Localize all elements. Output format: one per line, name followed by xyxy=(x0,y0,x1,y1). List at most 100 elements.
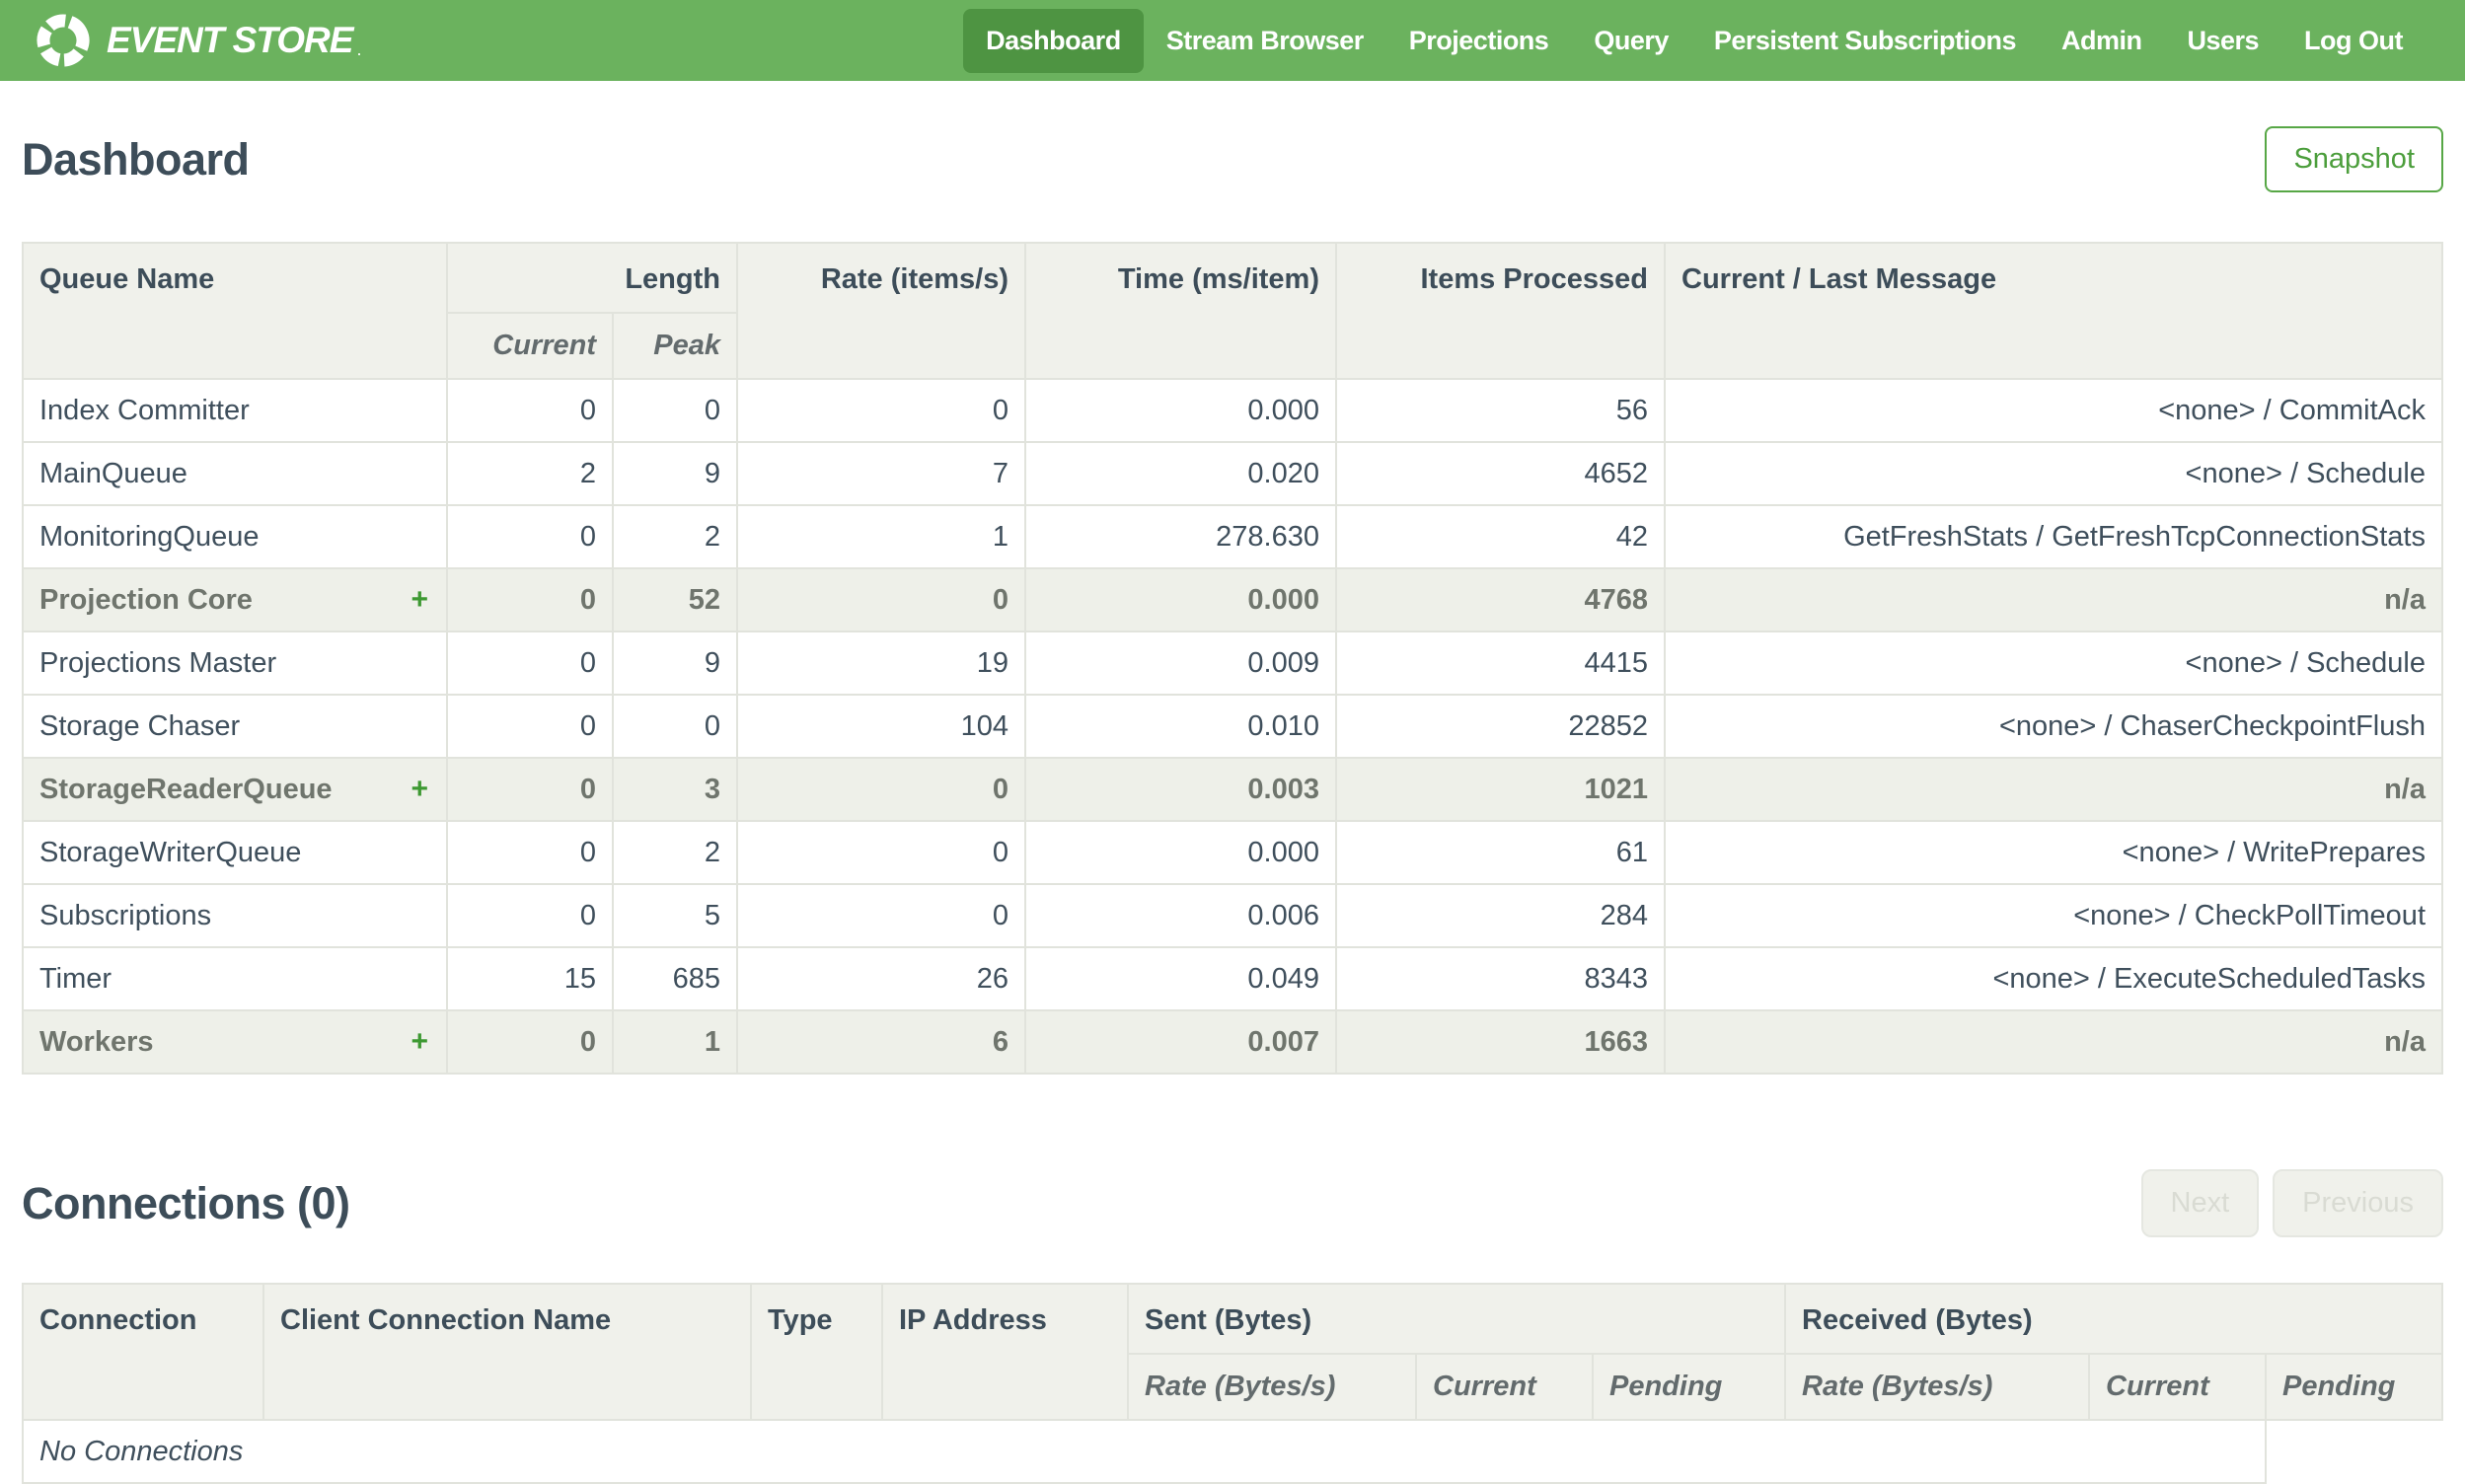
col-header-queue-name: Queue Name xyxy=(22,242,448,380)
queue-message-cell: <none> / CheckPollTimeout xyxy=(1664,883,2443,948)
nav-item-log-out[interactable]: Log Out xyxy=(2281,9,2426,73)
col-header-connection: Connection xyxy=(22,1283,264,1421)
queue-peak-cell: 9 xyxy=(612,441,738,506)
empty-ghost-cell xyxy=(2266,1420,2442,1483)
queue-time-cell: 0.049 xyxy=(1024,946,1337,1011)
col-header-length: Length xyxy=(446,242,738,314)
brand-trademark: . xyxy=(356,38,362,59)
next-button[interactable]: Next xyxy=(2140,1169,2260,1237)
col-header-type: Type xyxy=(750,1283,883,1421)
queue-rate-cell: 6 xyxy=(736,1009,1026,1075)
queue-time-cell: 0.006 xyxy=(1024,883,1337,948)
queue-time-cell: 0.000 xyxy=(1024,820,1337,885)
queue-group-row: Workers + 0 1 6 0.007 1663 n/a xyxy=(22,1009,2443,1075)
queue-rate-cell: 7 xyxy=(736,441,1026,506)
queue-peak-cell: 5 xyxy=(612,883,738,948)
queue-rate-cell: 0 xyxy=(736,757,1026,822)
queue-peak-cell: 52 xyxy=(612,567,738,632)
queue-message-cell: n/a xyxy=(1664,567,2443,632)
queue-rate-cell: 1 xyxy=(736,504,1026,569)
connections-table: Connection Client Connection Name Type I… xyxy=(22,1283,2443,1484)
queue-peak-cell: 2 xyxy=(612,504,738,569)
main-content: Dashboard Snapshot Queue Name Length Rat… xyxy=(0,126,2465,1484)
snapshot-button[interactable]: Snapshot xyxy=(2265,126,2443,192)
col-header-client-connection-name: Client Connection Name xyxy=(262,1283,752,1421)
expand-plus-icon[interactable]: + xyxy=(411,773,430,806)
nav-item-dashboard[interactable]: Dashboard xyxy=(963,8,1144,73)
col-header-received-pending: Pending xyxy=(2265,1353,2443,1421)
queue-message-cell: <none> / CommitAck xyxy=(1664,378,2443,443)
queue-rate-cell: 0 xyxy=(736,820,1026,885)
connections-table-header: Connection Client Connection Name Type I… xyxy=(22,1283,2443,1421)
page-header: Dashboard Snapshot xyxy=(22,126,2443,192)
col-header-sent-rate: Rate (Bytes/s) xyxy=(1127,1353,1417,1421)
col-header-length-current: Current xyxy=(446,312,614,380)
brand-logo[interactable]: EVENT STORE . xyxy=(36,13,361,68)
no-connections-row: No Connections xyxy=(22,1419,2442,1484)
connections-header: Connections (0) Next Previous xyxy=(22,1169,2443,1237)
queue-peak-cell: 685 xyxy=(612,946,738,1011)
nav-item-users[interactable]: Users xyxy=(2164,9,2281,73)
queue-rate-cell: 0 xyxy=(736,567,1026,632)
nav-item-admin[interactable]: Admin xyxy=(2039,9,2165,73)
col-header-sent-current: Current xyxy=(1415,1353,1594,1421)
expand-plus-icon[interactable]: + xyxy=(411,583,430,617)
queue-peak-cell: 3 xyxy=(612,757,738,822)
queue-items-cell: 8343 xyxy=(1335,946,1666,1011)
queue-current-cell: 0 xyxy=(446,631,614,696)
queue-items-cell: 61 xyxy=(1335,820,1666,885)
nav-item-projections[interactable]: Projections xyxy=(1386,9,1572,73)
pager: Next Previous xyxy=(2140,1169,2443,1237)
queue-name-cell: StorageWriterQueue xyxy=(22,820,448,885)
brand-text: EVENT STORE xyxy=(107,20,353,60)
nav-menu: Dashboard Stream Browser Projections Que… xyxy=(963,8,2426,73)
queue-items-cell: 1021 xyxy=(1335,757,1666,822)
queue-current-cell: 0 xyxy=(446,1009,614,1075)
nav-item-stream-browser[interactable]: Stream Browser xyxy=(1144,9,1386,73)
queue-rate-cell: 0 xyxy=(736,883,1026,948)
queue-rate-cell: 0 xyxy=(736,378,1026,443)
no-connections-message: No Connections xyxy=(22,1419,2267,1484)
col-header-received-bytes: Received (Bytes) xyxy=(1784,1283,2443,1355)
queue-items-cell: 284 xyxy=(1335,883,1666,948)
queue-message-cell: <none> / ChaserCheckpointFlush xyxy=(1664,694,2443,759)
queue-time-cell: 0.009 xyxy=(1024,631,1337,696)
queue-row: MainQueue 2 9 7 0.020 4652 <none> / Sche… xyxy=(22,441,2443,506)
col-header-sent-bytes: Sent (Bytes) xyxy=(1127,1283,1786,1355)
queue-time-cell: 278.630 xyxy=(1024,504,1337,569)
queue-rate-cell: 26 xyxy=(736,946,1026,1011)
queue-time-cell: 0.000 xyxy=(1024,567,1337,632)
previous-button[interactable]: Previous xyxy=(2273,1169,2443,1237)
queue-row: Index Committer 0 0 0 0.000 56 <none> / … xyxy=(22,378,2443,443)
queue-name-cell: Projection Core xyxy=(39,583,253,616)
queue-current-cell: 0 xyxy=(446,883,614,948)
queue-peak-cell: 9 xyxy=(612,631,738,696)
col-header-items-processed: Items Processed xyxy=(1335,242,1666,380)
queue-time-cell: 0.000 xyxy=(1024,378,1337,443)
queue-name-cell: Storage Chaser xyxy=(22,694,448,759)
queue-message-cell: <none> / Schedule xyxy=(1664,631,2443,696)
queue-time-cell: 0.003 xyxy=(1024,757,1337,822)
queue-peak-cell: 0 xyxy=(612,694,738,759)
col-header-sent-pending: Pending xyxy=(1592,1353,1786,1421)
nav-item-query[interactable]: Query xyxy=(1571,9,1691,73)
top-nav-bar: EVENT STORE . Dashboard Stream Browser P… xyxy=(0,0,2465,81)
queue-current-cell: 15 xyxy=(446,946,614,1011)
queue-current-cell: 0 xyxy=(446,378,614,443)
queue-name-cell: Projections Master xyxy=(22,631,448,696)
queue-row: Projections Master 0 9 19 0.009 4415 <no… xyxy=(22,631,2443,696)
col-header-ip-address: IP Address xyxy=(881,1283,1129,1421)
queue-name-cell: Index Committer xyxy=(22,378,448,443)
queue-row: StorageWriterQueue 0 2 0 0.000 61 <none>… xyxy=(22,820,2443,885)
expand-plus-icon[interactable]: + xyxy=(411,1025,430,1059)
queue-message-cell: <none> / Schedule xyxy=(1664,441,2443,506)
queue-current-cell: 0 xyxy=(446,504,614,569)
queue-time-cell: 0.020 xyxy=(1024,441,1337,506)
queue-items-cell: 4652 xyxy=(1335,441,1666,506)
nav-item-persistent-subscriptions[interactable]: Persistent Subscriptions xyxy=(1691,9,2039,73)
queues-table-header: Queue Name Length Rate (items/s) Time (m… xyxy=(22,242,2443,380)
queue-message-cell: n/a xyxy=(1664,1009,2443,1075)
queue-items-cell: 56 xyxy=(1335,378,1666,443)
col-header-rate: Rate (items/s) xyxy=(736,242,1026,380)
queue-row: Subscriptions 0 5 0 0.006 284 <none> / C… xyxy=(22,883,2443,948)
